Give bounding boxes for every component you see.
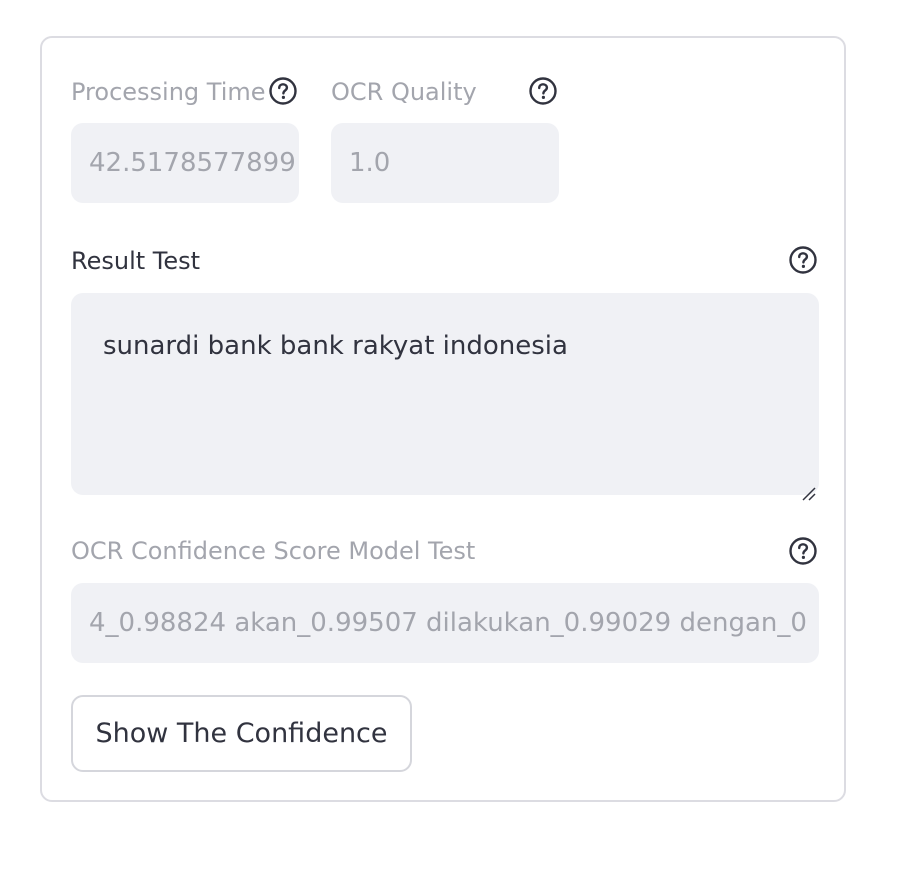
ocr-quality-field[interactable]: 1.0 [331, 123, 559, 203]
show-confidence-button[interactable]: Show The Confidence [71, 695, 412, 772]
result-test-help-icon[interactable] [788, 245, 818, 275]
ocr-quality-label: OCR Quality [331, 78, 477, 106]
result-test-textarea[interactable]: sunardi bank bank rakyat indonesia [71, 293, 819, 501]
ocr-confidence-label: OCR Confidence Score Model Test [71, 537, 476, 565]
processing-time-help-icon[interactable] [268, 76, 298, 106]
result-test-label: Result Test [71, 247, 201, 275]
ocr-confidence-help-icon[interactable] [788, 536, 818, 566]
processing-time-label: Processing Time [71, 78, 266, 106]
result-test-text: sunardi bank bank rakyat indonesia [103, 331, 568, 361]
processing-time-field[interactable]: 42.5178577899 [71, 123, 299, 203]
ocr-confidence-field[interactable]: 4_0.98824 akan_0.99507 dilakukan_0.99029… [71, 583, 819, 663]
ocr-quality-help-icon[interactable] [528, 76, 558, 106]
resize-handle-icon[interactable] [801, 477, 817, 501]
